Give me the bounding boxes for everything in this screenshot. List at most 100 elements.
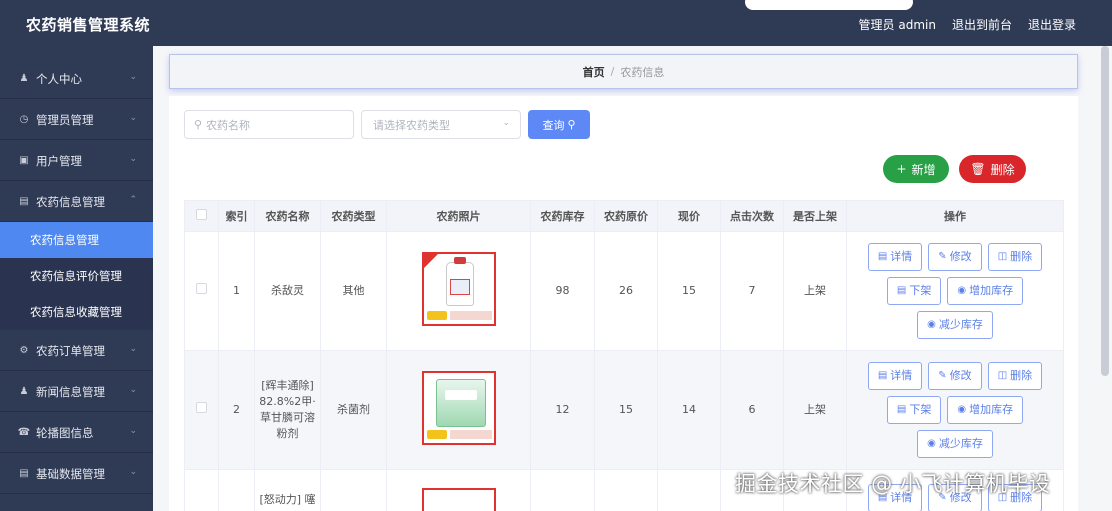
gear-icon: ⚙ <box>19 345 29 356</box>
select-placeholder: 请选择农药类型 <box>373 118 450 132</box>
top-search-box[interactable] <box>745 0 913 10</box>
person-icon: ♟ <box>19 73 29 84</box>
cell-operations: ▤ 详情 ✎ 修改 ◫ 删除 ▤ 下架 ◉ 增加库存 ◉ 减少库存 <box>846 231 1064 351</box>
doc-icon: ▤ <box>19 196 29 207</box>
cell-name: [辉丰通除] 82.8%2甲·草甘膦可溶粉剂 <box>254 350 321 470</box>
cell-original-price: 15 <box>594 350 658 470</box>
sidebar-subitem-pesticide-favorite[interactable]: 农药信息收藏管理 <box>0 294 153 330</box>
cell-index <box>218 469 255 511</box>
column-header: 索引 <box>218 200 255 232</box>
delete-button[interactable]: ◫ 删除 <box>987 243 1043 271</box>
column-header: 农药库存 <box>530 200 595 232</box>
column-header: 农药照片 <box>386 200 531 232</box>
sidebar-item-personal-center[interactable]: ♟ 个人中心 ⌄ <box>0 59 153 99</box>
delete-button[interactable]: ◫ 删除 <box>987 362 1043 390</box>
batch-delete-button[interactable]: 🗑 删除 <box>959 155 1026 183</box>
search-icon: ⚲ <box>194 118 203 131</box>
cell-photo <box>386 350 531 470</box>
detail-icon: ▤ <box>877 251 888 262</box>
reduce-stock-button[interactable]: ◉ 减少库存 <box>917 430 993 458</box>
breadcrumb-current: 农药信息 <box>620 65 665 79</box>
sidebar-item-label: 基础数据管理 <box>36 466 105 481</box>
add-button[interactable]: + 新增 <box>883 155 949 183</box>
cell-stock: 12 <box>530 350 595 470</box>
pesticide-table: 索引 农药名称 农药类型 农药照片 农药库存 农药原价 现价 点击次数 是否上架… <box>184 200 1064 511</box>
pesticide-photo[interactable] <box>421 488 496 511</box>
search-placeholder: 农药名称 <box>206 118 251 132</box>
breadcrumb-home[interactable]: 首页 <box>583 64 605 80</box>
cell-name: [怒动力] 噻 <box>254 469 321 511</box>
column-header: 是否上架 <box>783 200 847 232</box>
select-all-checkbox[interactable] <box>184 200 219 232</box>
cell-photo <box>386 469 531 511</box>
pesticide-name-search-input[interactable]: ⚲ 农药名称 <box>184 110 354 139</box>
doc-icon: ▤ <box>896 404 907 415</box>
detail-icon: ▤ <box>877 370 888 381</box>
column-header: 农药原价 <box>594 200 658 232</box>
sidebar-subitem-pesticide-review[interactable]: 农药信息评价管理 <box>0 258 153 294</box>
list-panel: ⚲ 农药名称 请选择农药类型 ⌄ 查询 ⚲ + 新增 🗑 删除 索引 农药名称 … <box>169 96 1078 511</box>
chevron-down-icon: ⌄ <box>129 344 137 354</box>
pesticide-photo[interactable] <box>421 251 496 326</box>
sidebar-item-users[interactable]: ▣ 用户管理 ⌄ <box>0 141 153 181</box>
mic-icon: ☎ <box>17 427 31 438</box>
sidebar-item-base-data[interactable]: ▤ 基础数据管理 ⌄ <box>0 454 153 494</box>
location-icon: ◉ <box>957 285 967 296</box>
location-icon: ◉ <box>927 319 936 330</box>
edit-button[interactable]: ✎ 修改 <box>928 362 982 390</box>
row-checkbox[interactable] <box>184 350 219 470</box>
doc-icon: ▤ <box>896 285 907 296</box>
plus-icon: + <box>896 162 907 176</box>
row-checkbox[interactable] <box>184 469 219 511</box>
cell-name: 杀敌灵 <box>254 231 321 351</box>
sidebar-item-orders[interactable]: ⚙ 农药订单管理 ⌄ <box>0 331 153 371</box>
cell-stock: 98 <box>530 231 595 351</box>
chevron-up-icon: ⌃ <box>129 195 137 205</box>
page-scrollbar[interactable] <box>1101 46 1109 376</box>
breadcrumb: 首页 / 农药信息 <box>169 54 1078 89</box>
cell-original-price <box>594 469 658 511</box>
trash-icon: 🗑 <box>970 162 986 176</box>
edit-button[interactable]: ✎ 修改 <box>928 243 982 271</box>
chevron-down-icon: ⌄ <box>129 426 137 436</box>
pesticide-photo[interactable] <box>421 370 496 445</box>
off-shelf-button[interactable]: ▤ 下架 <box>886 396 942 424</box>
trash-icon: ◫ <box>997 251 1008 262</box>
cell-operations: ▤ 详情 ✎ 修改 ◫ 删除 ▤ 下架 ◉ 增加库存 ◉ 减少库存 <box>846 350 1064 470</box>
cell-type: 杀菌剂 <box>320 350 387 470</box>
add-stock-button[interactable]: ◉ 增加库存 <box>947 277 1024 305</box>
detail-button[interactable]: ▤ 详情 <box>867 243 923 271</box>
sidebar-item-news[interactable]: ♟ 新闻信息管理 ⌄ <box>0 372 153 412</box>
cell-type <box>320 469 387 511</box>
column-header: 点击次数 <box>720 200 784 232</box>
pesticide-type-select[interactable]: 请选择农药类型 ⌄ <box>361 110 521 139</box>
cell-type: 其他 <box>320 231 387 351</box>
column-header: 农药名称 <box>254 200 321 232</box>
users-icon: ▣ <box>19 155 29 166</box>
location-icon: ◉ <box>957 404 967 415</box>
cell-clicks: 6 <box>720 350 784 470</box>
sidebar-item-admin[interactable]: ◷ 管理员管理 ⌄ <box>0 100 153 140</box>
row-checkbox[interactable] <box>184 231 219 351</box>
sidebar-item-label: 新闻信息管理 <box>36 384 105 399</box>
sidebar-item-label: 管理员管理 <box>36 112 94 127</box>
add-stock-button[interactable]: ◉ 增加库存 <box>947 396 1024 424</box>
person-icon: ♟ <box>19 386 29 397</box>
detail-button[interactable]: ▤ 详情 <box>867 362 923 390</box>
chevron-down-icon: ⌄ <box>129 72 137 82</box>
trash-icon: ◫ <box>997 370 1008 381</box>
sidebar-subitem-pesticide-info[interactable]: 农药信息管理 <box>0 222 153 258</box>
sidebar-item-label: 个人中心 <box>36 71 82 86</box>
logout-link[interactable]: 退出登录 <box>1028 16 1076 33</box>
query-button[interactable]: 查询 ⚲ <box>528 110 590 139</box>
sidebar-item-label: 轮播图信息 <box>36 425 94 440</box>
sidebar-item-pesticide-info[interactable]: ▤ 农药信息管理 ⌃ <box>0 182 153 222</box>
back-to-front-link[interactable]: 退出到前台 <box>952 16 1012 33</box>
search-icon: ⚲ <box>567 118 576 131</box>
reduce-stock-button[interactable]: ◉ 减少库存 <box>917 311 993 339</box>
sidebar-item-carousel[interactable]: ☎ 轮播图信息 ⌄ <box>0 413 153 453</box>
off-shelf-button[interactable]: ▤ 下架 <box>886 277 942 305</box>
sidebar-item-label: 农药订单管理 <box>36 343 105 358</box>
chevron-down-icon: ⌄ <box>129 385 137 395</box>
breadcrumb-separator: / <box>610 65 615 78</box>
